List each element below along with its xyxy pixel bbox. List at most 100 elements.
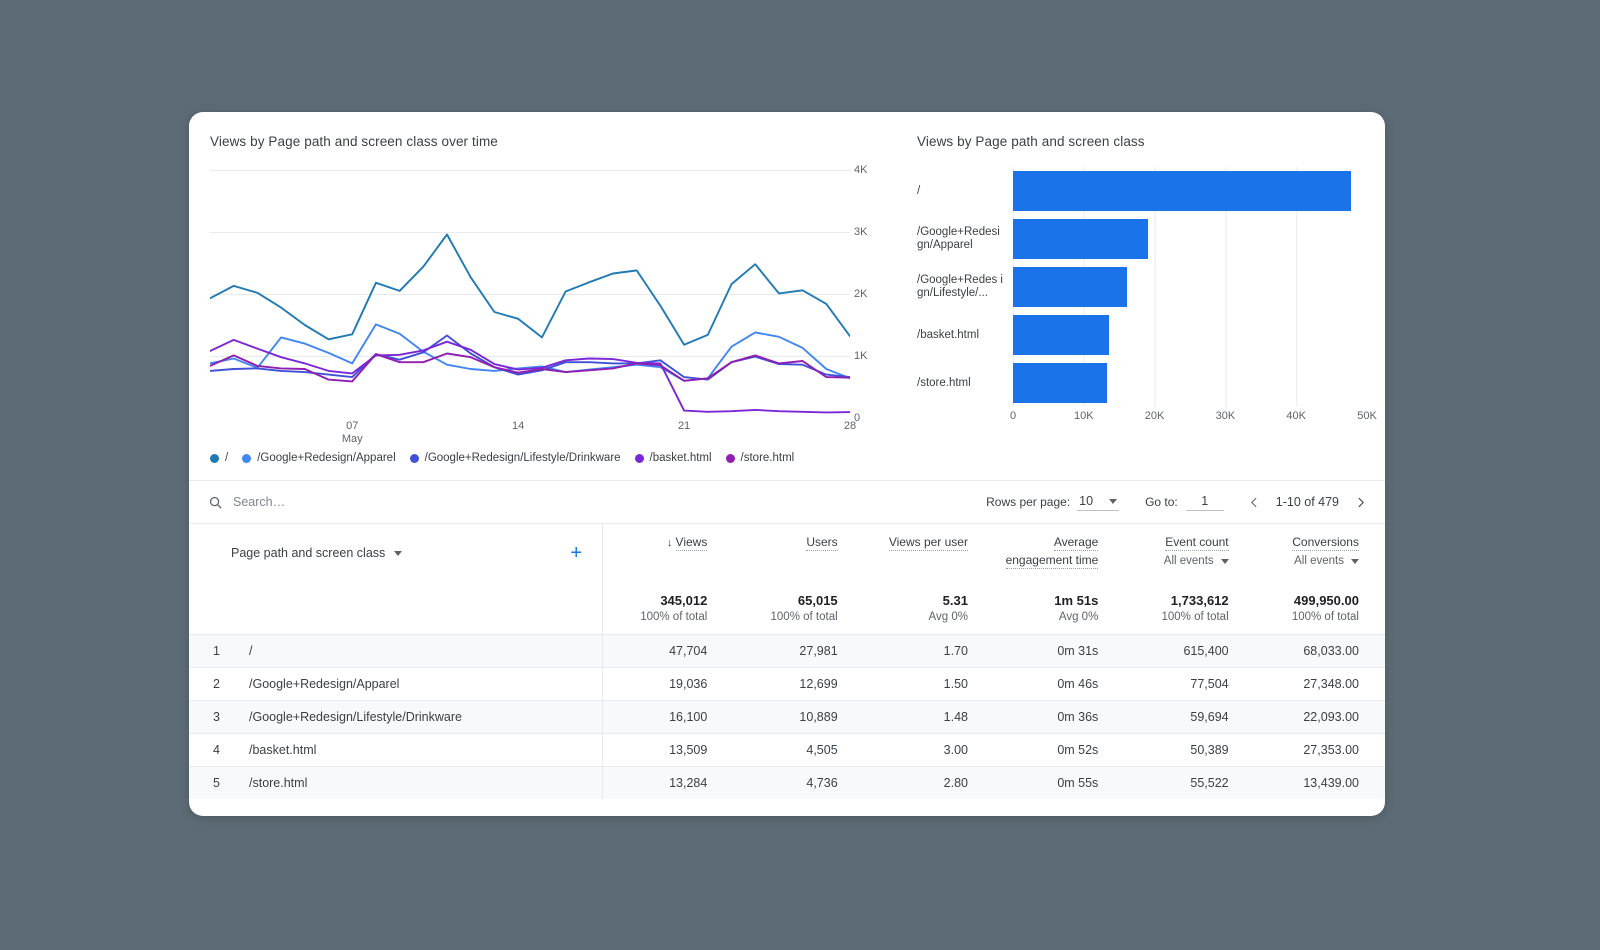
table-row[interactable]: 4/basket.html13,5094,5053.000m 52s50,389…	[189, 733, 1385, 766]
legend-item[interactable]: /Google+Redesign/Apparel	[242, 452, 395, 464]
timeseries-y-axis: 01K2K3K4K	[850, 170, 890, 418]
bar-category-label: /	[917, 185, 1013, 198]
search-input[interactable]	[233, 495, 493, 509]
prev-page-button[interactable]	[1242, 489, 1268, 515]
x-tick-label: 07May	[342, 420, 363, 445]
row-metric-cell: 12,699	[733, 668, 863, 700]
row-metric-value: 27,348.00	[1255, 677, 1359, 691]
row-dimension-cell: 3/Google+Redesign/Lifestyle/Drinkware	[189, 701, 603, 733]
rows-per-page-select[interactable]: 10	[1077, 493, 1119, 511]
y-tick-label: 2K	[854, 288, 867, 300]
bar-rect[interactable]	[1013, 219, 1148, 259]
table-row[interactable]: 2/Google+Redesign/Apparel 19,03612,6991.5…	[189, 667, 1385, 700]
row-metrics: 13,5094,5053.000m 52s50,38927,353.00	[603, 734, 1385, 766]
totals-cell: 1m 51sAvg 0%	[994, 582, 1124, 634]
add-dimension-button[interactable]: +	[564, 541, 588, 565]
legend-label: /basket.html	[650, 452, 712, 464]
charts-region: Views by Page path and screen class over…	[189, 112, 1385, 480]
row-metric-cell: 77,504	[1124, 668, 1254, 700]
row-metric-value: 55,522	[1124, 776, 1228, 790]
goto-input[interactable]	[1186, 494, 1224, 511]
next-page-button[interactable]	[1347, 489, 1373, 515]
row-page-path[interactable]: /basket.html	[249, 743, 316, 757]
metric-header-label: Views per user	[889, 535, 968, 551]
legend-item[interactable]: /	[210, 452, 228, 464]
row-metric-cell: 27,981	[733, 635, 863, 667]
metric-header-label: Conversions	[1292, 535, 1359, 551]
row-metrics: 13,2844,7362.800m 55s55,52213,439.00	[603, 767, 1385, 799]
metric-filter-select[interactable]: All events	[1255, 555, 1359, 567]
timeseries-svg	[210, 170, 850, 418]
metric-header-cell[interactable]: Event countAll events	[1124, 524, 1254, 582]
barchart-plot: / /Google+Redesi gn/Apparel/Google+Redes …	[917, 167, 1367, 429]
table-row[interactable]: 3/Google+Redesign/Lifestyle/Drinkware16,…	[189, 700, 1385, 733]
row-metrics: 16,10010,8891.480m 36s59,69422,093.00	[603, 701, 1385, 733]
screen: Views by Page path and screen class over…	[0, 0, 1600, 950]
totals-value: 5.31	[864, 593, 968, 608]
metric-header-label-wrap: Conversions	[1255, 533, 1359, 551]
barchart-bars: / /Google+Redesi gn/Apparel/Google+Redes …	[917, 167, 1367, 407]
timeseries-x-axis: 07May 14 21 28	[210, 420, 870, 454]
totals-value: 499,950.00	[1255, 593, 1359, 608]
row-metric-cell: 1.50	[864, 668, 994, 700]
totals-value: 1,733,612	[1124, 593, 1228, 608]
x-tick-label: 28	[844, 420, 856, 433]
metric-header-label-wrap: Users	[733, 533, 837, 551]
legend-item[interactable]: /store.html	[726, 452, 795, 464]
row-index: 2	[213, 677, 249, 691]
bar-rect[interactable]	[1013, 363, 1107, 403]
row-metric-cell: 4,505	[733, 734, 863, 766]
search-box[interactable]	[189, 495, 986, 510]
row-metric-value: 68,033.00	[1255, 644, 1359, 658]
row-metric-cell: 19,036	[603, 668, 733, 700]
row-page-path[interactable]: /Google+Redesign/Apparel	[249, 677, 399, 691]
dimension-selector[interactable]: Page path and screen class	[231, 546, 402, 560]
metric-header-cell[interactable]: Views per user	[864, 524, 994, 582]
row-metric-cell: 10,889	[733, 701, 863, 733]
row-metric-value: 1.48	[864, 710, 968, 724]
row-metric-cell: 22,093.00	[1255, 701, 1385, 733]
bar-rect[interactable]	[1013, 315, 1109, 355]
bar-rect[interactable]	[1013, 171, 1351, 211]
x-tick-label: 14	[512, 420, 524, 433]
totals-cell: 345,012100% of total	[603, 582, 733, 634]
metric-header-label: Views	[676, 535, 708, 551]
table-row[interactable]: 1/47,70427,9811.700m 31s615,40068,033.00	[189, 634, 1385, 667]
metric-header-label: Average engagement time	[1006, 535, 1099, 569]
timeseries-legend: / /Google+Redesign/Apparel/Google+Redesig…	[210, 452, 794, 464]
dimension-header-cell: Page path and screen class +	[189, 524, 603, 582]
timeseries-panel: Views by Page path and screen class over…	[210, 134, 870, 418]
row-metric-value: 27,353.00	[1255, 743, 1359, 757]
row-page-path[interactable]: /	[249, 644, 252, 658]
timeseries-title: Views by Page path and screen class over…	[210, 134, 870, 149]
legend-item[interactable]: /Google+Redesign/Lifestyle/Drinkware	[410, 452, 621, 464]
legend-item[interactable]: /basket.html	[635, 452, 712, 464]
row-page-path[interactable]: /store.html	[249, 776, 307, 790]
legend-dot-icon	[726, 454, 735, 463]
row-metric-value: 16,100	[603, 710, 707, 724]
bar-row[interactable]: /store.html	[917, 359, 1367, 407]
table-row[interactable]: 5/store.html13,2844,7362.800m 55s55,5221…	[189, 766, 1385, 799]
legend-dot-icon	[635, 454, 644, 463]
table-header-row: Page path and screen class + ↓ViewsUsers…	[189, 524, 1385, 582]
metric-header-cell[interactable]: Users	[733, 524, 863, 582]
bar-rect[interactable]	[1013, 267, 1127, 307]
bar-row[interactable]: /Google+Redes ign/Lifestyle/...	[917, 263, 1367, 311]
row-metric-value: 4,505	[733, 743, 837, 757]
search-icon	[208, 495, 223, 510]
bar-row[interactable]: /	[917, 167, 1367, 215]
totals-subtext: Avg 0%	[994, 611, 1098, 623]
metric-header-cell[interactable]: Conversions All events	[1255, 524, 1385, 582]
metric-filter-select[interactable]: All events	[1124, 555, 1228, 567]
row-metric-cell: 13,509	[603, 734, 733, 766]
x-tick-label: 21	[678, 420, 690, 433]
row-metric-value: 47,704	[603, 644, 707, 658]
bar-row[interactable]: /basket.html	[917, 311, 1367, 359]
row-metric-value: 77,504	[1124, 677, 1228, 691]
metric-header-cell[interactable]: ↓Views	[603, 524, 733, 582]
sort-arrow-down-icon[interactable]: ↓	[667, 537, 673, 549]
metric-header-cell[interactable]: Average engagement time	[994, 524, 1124, 582]
bar-row[interactable]: /Google+Redesi gn/Apparel	[917, 215, 1367, 263]
row-page-path[interactable]: /Google+Redesign/Lifestyle/Drinkware	[249, 710, 462, 724]
metric-header-label-wrap: Views per user	[864, 533, 968, 551]
